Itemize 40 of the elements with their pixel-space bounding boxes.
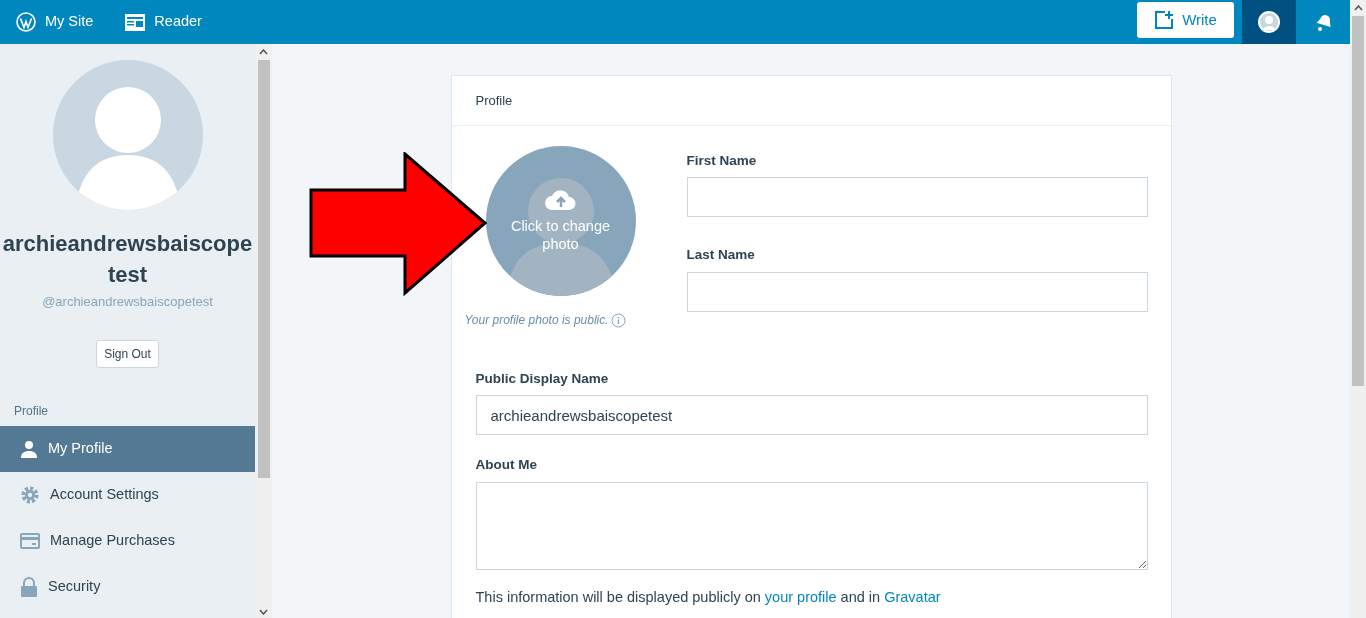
scroll-up-icon: [259, 49, 268, 55]
person-icon: [20, 439, 38, 458]
field-label: Last Name: [686, 246, 756, 265]
newspaper-icon: [125, 13, 146, 31]
gear-icon: [20, 484, 40, 505]
compose-icon: [1154, 10, 1175, 30]
username: @archieandrewsbaiscopetest: [42, 293, 213, 311]
sign-out-button[interactable]: Sign Out: [96, 339, 159, 368]
topbar-link[interactable]: My Site: [0, 0, 110, 44]
field-label: First Name: [686, 152, 758, 170]
field-label: Public Display Name: [475, 370, 610, 388]
input-field[interactable]: [686, 271, 1148, 312]
sidebar-item[interactable]: Account Settings: [0, 471, 255, 518]
input-field[interactable]: archieandrewsbaiscopetest: [475, 395, 1148, 436]
display-name: archieandrewsbaiscopetest: [1, 230, 254, 289]
photo-note: Your profile photo is public.: [464, 312, 609, 329]
page-scrollbar[interactable]: [1350, 0, 1366, 618]
profile-link[interactable]: Gravatar: [884, 588, 941, 605]
credit-card-icon: [20, 532, 40, 549]
topbar-link[interactable]: Reader: [109, 0, 218, 44]
sidebar-item[interactable]: Manage Purchases: [0, 517, 255, 564]
avatar-button[interactable]: [1242, 0, 1296, 44]
scrollbar[interactable]: [255, 44, 272, 618]
cloud-upload-icon: [543, 189, 578, 211]
scroll-up-icon: [1353, 5, 1363, 11]
sidebar-item[interactable]: Security: [0, 563, 255, 610]
info-text: This information will be displayed publicly on your profile and in Gravatar: [475, 587, 942, 606]
info-icon[interactable]: [610, 312, 626, 328]
avatar-icon: [1258, 11, 1280, 33]
profile-link[interactable]: your profile: [764, 588, 837, 605]
section-heading: Profile: [14, 402, 48, 420]
input-field[interactable]: [686, 177, 1148, 218]
sidebar-item[interactable]: My Profile: [0, 425, 255, 472]
card-title: Profile: [451, 76, 1171, 126]
text-area[interactable]: [475, 481, 1148, 570]
scroll-down-icon: [259, 609, 268, 615]
lock-icon: [20, 576, 38, 597]
field-label: About Me: [475, 456, 538, 475]
write-button[interactable]: Write: [1137, 2, 1234, 38]
wordpress-logo-icon: [16, 12, 36, 32]
